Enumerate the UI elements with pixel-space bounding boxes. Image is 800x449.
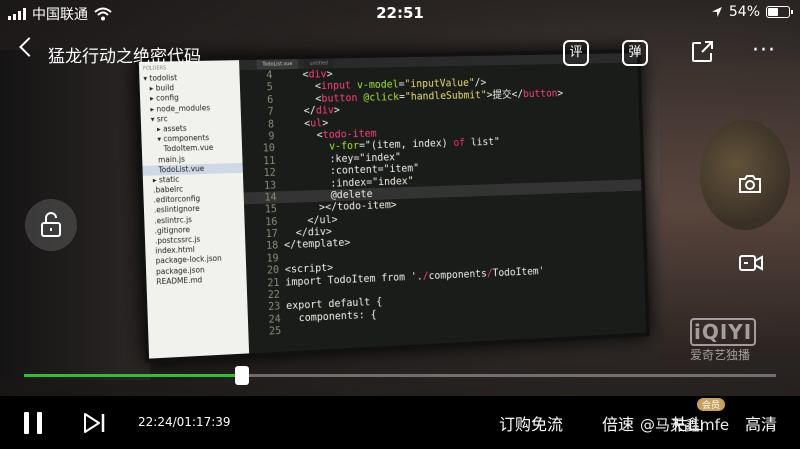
watermark-text: 爱奇艺独播 (690, 346, 756, 363)
code-token: TodoItem' (492, 265, 544, 279)
line-number: 11 (242, 155, 275, 168)
code-token: < (280, 117, 311, 130)
iqiyi-watermark: iQIYI 爱奇艺独播 (690, 318, 756, 363)
code-token: div (316, 105, 334, 117)
code-token: </ (279, 105, 316, 118)
code-token: ul (310, 117, 322, 129)
line-number: 8 (241, 118, 274, 131)
player-controls: 22:24/01:17:39 订购免流 倍速 会员 枯山 高清 @马天鑫mfe (0, 396, 800, 449)
danmaku-button[interactable]: 弹 (622, 40, 648, 66)
code-token: "handleSubmit" (405, 89, 487, 102)
code-token: /> (475, 77, 487, 89)
code-token: > (557, 87, 563, 99)
code-editor-monitor: FOLDERS ▾ todolist ▸ build ▸ config ▸ node_… (135, 49, 650, 363)
back-icon[interactable] (19, 37, 39, 57)
code-token: > (322, 117, 328, 129)
subscribe-button[interactable]: 订购免流 (499, 411, 563, 435)
code-token: components (428, 268, 487, 282)
code-token: @click (357, 91, 399, 104)
battery-icon (766, 6, 790, 18)
iqiyi-logo: iQIYI (690, 318, 756, 346)
next-episode-icon[interactable] (82, 412, 106, 434)
record-clip-icon[interactable] (738, 253, 764, 273)
code-token: > (334, 104, 340, 116)
code-token: v-model (351, 79, 399, 92)
lock-screen-button[interactable] (25, 199, 77, 251)
unlock-icon (25, 199, 77, 251)
status-bar: 中国联通 22:51 54% (0, 0, 800, 26)
code-token: </template> (284, 237, 351, 251)
line-number: 12 (243, 167, 276, 180)
progress-handle[interactable] (235, 366, 249, 385)
member-badge: 会员 (697, 398, 725, 411)
comment-button[interactable]: 评 (563, 40, 589, 66)
code-token: button (321, 92, 357, 105)
speed-button[interactable]: 倍速 (602, 411, 634, 435)
more-icon[interactable]: ··· (752, 38, 776, 63)
code-token: < (279, 93, 322, 106)
video-title: 猛龙行动之绝密代码 (48, 42, 201, 67)
share-icon[interactable] (690, 40, 714, 64)
line-number: 5 (240, 82, 273, 95)
code-token: < (278, 81, 321, 94)
code-token: list" (465, 136, 500, 149)
progress-fill (24, 374, 242, 377)
file-tree-sidebar: FOLDERS ▾ todolist ▸ build ▸ config ▸ node_… (139, 60, 249, 358)
code-area: 4 <div> 5 <input v-model="inputValue"/> 6 … (239, 63, 645, 340)
editor-pane: TodoList.vue untitled 4 <div> 5 <input v-m… (239, 53, 646, 353)
line-number: 13 (243, 179, 276, 192)
code-token: < (280, 129, 323, 142)
line-number: 6 (240, 94, 273, 107)
code-token: >提交</ (487, 88, 524, 100)
weibo-watermark: @马天鑫mfe (640, 414, 729, 435)
quality-button[interactable]: 高清 (745, 411, 777, 435)
clock: 22:51 (0, 4, 800, 22)
code-token: of (453, 137, 465, 149)
battery-percent: 54% (729, 4, 760, 20)
line-number: 9 (241, 130, 274, 143)
line-number: 25 (248, 325, 281, 339)
progress-bar[interactable] (24, 374, 776, 377)
code-token: todo-item (322, 128, 376, 141)
line-number: 10 (242, 143, 275, 156)
screenshot-camera-icon[interactable] (738, 173, 762, 195)
playback-time: 22:24/01:17:39 (138, 415, 231, 429)
code-token: button (523, 88, 558, 100)
pause-icon (24, 412, 29, 434)
code-token: "inputValue" (404, 77, 475, 90)
location-icon (711, 6, 723, 18)
code-token: input (321, 80, 351, 92)
code-token: ="(item, index) (359, 138, 454, 152)
line-number: 7 (241, 106, 274, 119)
pause-button[interactable] (24, 412, 44, 434)
file-tree: ▾ todolist ▸ build ▸ config ▸ node_modules ▾… (139, 72, 246, 288)
player-title-bar: 猛龙行动之绝密代码 评 弹 ··· (0, 34, 800, 74)
